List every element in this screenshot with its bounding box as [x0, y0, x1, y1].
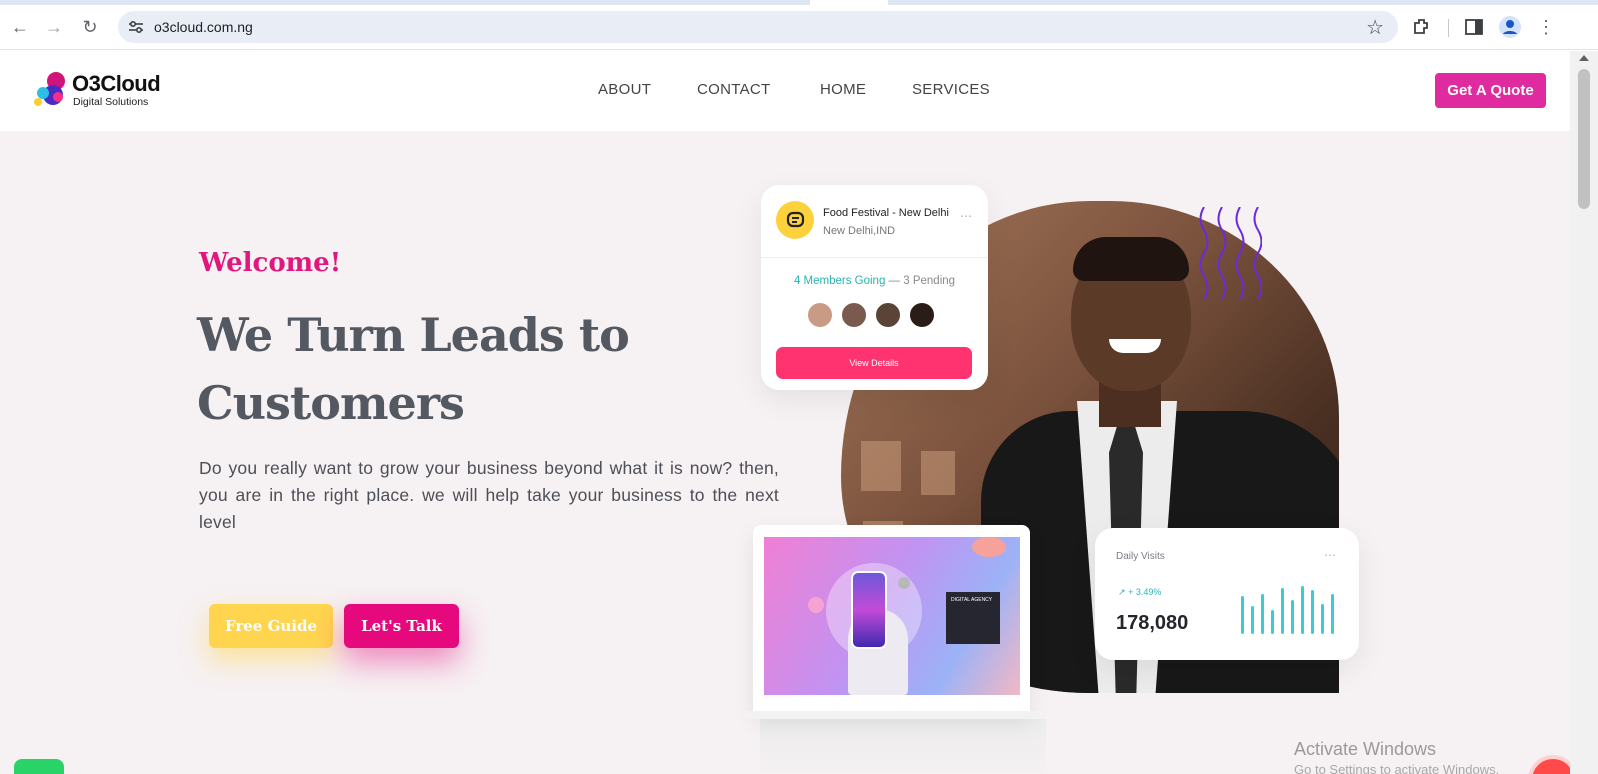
- screen-orb: [972, 537, 1006, 557]
- bar: [1301, 586, 1304, 634]
- avatar: [840, 301, 868, 329]
- bar: [1251, 606, 1254, 634]
- attendee-avatars: [806, 301, 946, 331]
- extensions-icon[interactable]: [1410, 15, 1434, 39]
- visits-trend: ↗ + 3.49%: [1118, 587, 1161, 598]
- nav-home[interactable]: HOME: [820, 81, 866, 98]
- avatar: [806, 301, 834, 329]
- bar: [1321, 604, 1324, 634]
- hero-headline: We Turn Leads to Customers: [197, 308, 630, 430]
- logo-text: O3Cloud: [72, 71, 161, 96]
- browser-toolbar: ← → ↻ o3cloud.com.ng ☆ ⋮: [0, 5, 1598, 50]
- lets-talk-button[interactable]: Let's Talk: [344, 604, 459, 648]
- back-arrow-icon[interactable]: ←: [8, 15, 32, 39]
- bar: [1261, 594, 1264, 634]
- welcome-text: Welcome!: [199, 248, 342, 278]
- event-title: Food Festival - New Delhi: [823, 207, 949, 219]
- address-bar[interactable]: o3cloud.com.ng ☆: [118, 11, 1398, 43]
- logo-mark-icon: [34, 72, 65, 106]
- screen-orb: [898, 577, 910, 589]
- bar: [1311, 590, 1314, 634]
- laptop-screen: DIGITAL AGENCY: [764, 537, 1020, 695]
- visits-trend-value: + 3.49%: [1128, 587, 1162, 597]
- event-location: New Delhi,IND: [823, 225, 896, 237]
- agency-label: DIGITAL AGENCY: [951, 597, 993, 603]
- free-guide-button[interactable]: Free Guide: [209, 604, 333, 648]
- agency-panel: DIGITAL AGENCY: [946, 592, 1000, 644]
- nav-contact[interactable]: CONTACT: [697, 81, 770, 98]
- hair: [1073, 237, 1189, 281]
- event-logo-icon: [776, 201, 814, 239]
- bookmark-star-icon[interactable]: ☆: [1366, 15, 1384, 40]
- url-text[interactable]: o3cloud.com.ng: [154, 19, 253, 35]
- scroll-thumb[interactable]: [1578, 69, 1590, 209]
- whatsapp-chat-icon[interactable]: [14, 759, 64, 774]
- smile: [1109, 339, 1161, 353]
- reload-icon[interactable]: ↻: [78, 15, 102, 39]
- visits-value: 178,080: [1116, 612, 1189, 634]
- bar: [1281, 588, 1284, 634]
- more-options-icon[interactable]: ⋯: [1324, 548, 1337, 562]
- activate-windows-subtitle: Go to Settings to activate Windows.: [1294, 762, 1500, 774]
- hero-section: Welcome! We Turn Leads to Customers Do y…: [0, 131, 1570, 774]
- background-window: [861, 441, 901, 491]
- avatar: [908, 301, 936, 329]
- trend-up-icon: ↗: [1118, 587, 1126, 597]
- visits-title: Daily Visits: [1116, 551, 1165, 562]
- nav-about[interactable]: ABOUT: [598, 81, 651, 98]
- members-going: 4 Members Going: [793, 275, 886, 287]
- bar: [1271, 610, 1274, 634]
- scroll-up-arrow-icon[interactable]: [1579, 55, 1589, 61]
- hero-description: Do you really want to grow your business…: [199, 458, 779, 532]
- daily-visits-card: Daily Visits ⋯ ↗ + 3.49% 178,080: [1095, 528, 1359, 660]
- profile-avatar-icon[interactable]: [1498, 15, 1522, 39]
- event-members: 4 Members Going — 3 Pending: [761, 275, 988, 287]
- get-a-quote-button[interactable]: Get A Quote: [1435, 73, 1546, 108]
- toolbar-separator: [1448, 19, 1449, 37]
- screen-phone: [851, 571, 887, 649]
- bar: [1331, 594, 1334, 634]
- o3cloud-logo[interactable]: O3Cloud Digital Solutions: [30, 69, 170, 113]
- site-settings-icon[interactable]: [126, 17, 146, 37]
- visits-bar-chart: [1241, 584, 1341, 634]
- forward-arrow-icon[interactable]: →: [42, 15, 66, 39]
- members-pending: — 3 Pending: [888, 275, 956, 287]
- kebab-menu-icon[interactable]: ⋮: [1534, 15, 1558, 39]
- site-header: O3Cloud Digital Solutions ABOUT CONTACT …: [0, 51, 1570, 131]
- event-card: Food Festival - New Delhi New Delhi,IND …: [761, 185, 988, 390]
- decorative-waves-icon: [1199, 207, 1262, 299]
- logo-subtitle: Digital Solutions: [73, 96, 149, 108]
- page-scrollbar[interactable]: [1570, 51, 1598, 774]
- bar: [1291, 600, 1294, 634]
- activate-windows-title: Activate Windows: [1294, 739, 1437, 759]
- laptop-shadow: [760, 719, 1046, 774]
- laptop-base: [743, 711, 1043, 719]
- divider: [761, 257, 988, 258]
- more-options-icon[interactable]: ⋯: [960, 209, 973, 223]
- nav-services[interactable]: SERVICES: [912, 81, 990, 98]
- background-window: [921, 451, 955, 495]
- avatar: [874, 301, 902, 329]
- laptop-mockup: DIGITAL AGENCY: [753, 525, 1030, 715]
- screen-orb: [808, 597, 824, 613]
- bar: [1241, 596, 1244, 634]
- side-panel-icon[interactable]: [1462, 15, 1486, 39]
- view-details-button[interactable]: View Details: [776, 347, 972, 379]
